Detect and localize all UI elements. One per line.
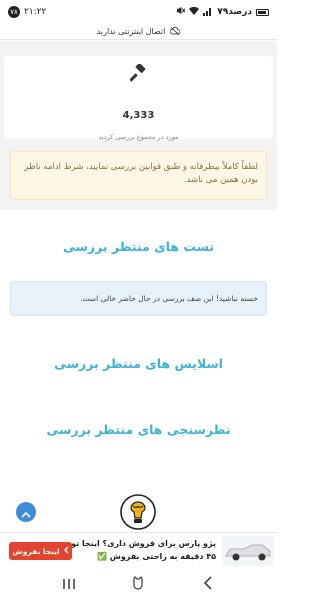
offline-banner: اتصال اینترنتی ندارید	[0, 24, 277, 40]
status-bar: ۷۸ ۲۱:۲۲ ۷۹درصد	[0, 0, 277, 24]
clock: ۲۱:۲۲	[24, 7, 47, 17]
scroll-top-button[interactable]	[16, 502, 36, 522]
signal-icon	[203, 8, 213, 16]
notification-badge: ۷۸	[8, 6, 20, 18]
review-queues: تست های منتظر بررسی خسته نباشید! این صف …	[0, 210, 277, 464]
stats-card: 4,333 مورد در مجموع بررسی کردید	[4, 56, 273, 141]
gavel-icon	[129, 63, 148, 82]
battery-text: ۷۹درصد	[217, 7, 252, 17]
mute-icon	[176, 6, 186, 18]
status-right: ۷۹درصد	[176, 6, 269, 18]
cloud-off-icon	[170, 26, 181, 37]
tests-empty-message: خسته نباشید! این صف بررسی در حال حاضر خا…	[10, 281, 267, 316]
battery-icon	[256, 8, 269, 16]
car-image	[222, 536, 274, 566]
review-count: 4,333	[122, 110, 155, 121]
recent-apps-button[interactable]	[59, 574, 79, 594]
ad-line-1: پژو پارس برای فروش داری؟ اینجا تو	[71, 539, 216, 548]
wifi-icon	[189, 6, 200, 18]
ad-banner[interactable]: پژو پارس برای فروش داری؟ اینجا تو ۴۵ دقی…	[0, 532, 277, 568]
polls-section-title[interactable]: نظرسنجی های منتظر بررسی	[0, 422, 277, 437]
chevron-left-icon	[63, 546, 69, 556]
status-left: ۷۸ ۲۱:۲۲	[8, 6, 46, 18]
ad-line-2: ۴۵ دقیقه به راحتی بفروش ✅	[97, 552, 216, 561]
tests-section-title[interactable]: تست های منتظر بررسی	[0, 239, 277, 254]
ad-sell-button[interactable]: اینجا بفروش	[9, 542, 72, 560]
tests-empty-text: خسته نباشید! این صف بررسی در حال حاضر خا…	[80, 294, 258, 303]
back-button[interactable]	[198, 574, 218, 594]
main-content: 4,333 مورد در مجموع بررسی کردید لطفاً کا…	[0, 41, 277, 464]
slides-section-title[interactable]: اسلایس های منتظر بررسی	[0, 356, 277, 371]
offline-text: اتصال اینترنتی ندارید	[96, 27, 166, 36]
home-button[interactable]	[128, 574, 148, 594]
recent-apps-icon	[62, 575, 76, 594]
rules-notice: لطفاً کاملاً بیطرفانه و طبق قوانین بررسی…	[10, 151, 267, 200]
ad-text: پژو پارس برای فروش داری؟ اینجا تو ۴۵ دقی…	[70, 537, 216, 563]
review-count-label: مورد در مجموع بررسی کردید	[98, 133, 179, 141]
back-icon	[203, 575, 213, 594]
system-nav-bar	[0, 568, 277, 600]
app-logo-icon	[118, 492, 158, 532]
chevron-up-icon	[21, 503, 31, 522]
ad-button-label: اینجا بفروش	[12, 546, 60, 556]
home-icon	[131, 575, 145, 594]
